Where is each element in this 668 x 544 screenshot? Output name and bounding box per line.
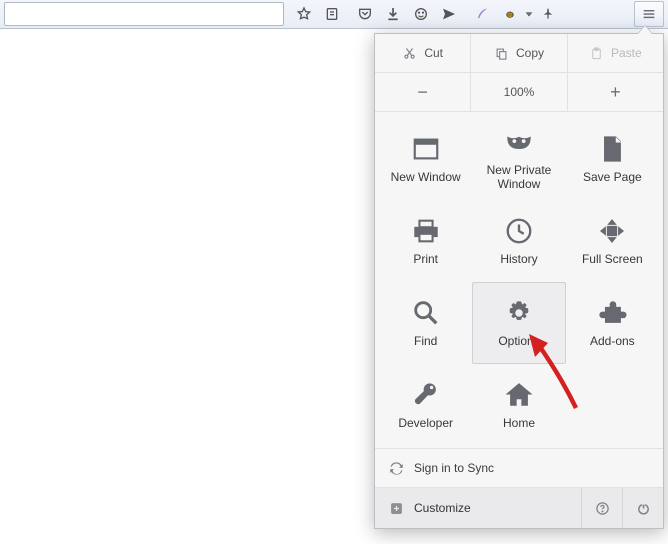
history-button[interactable]: History — [472, 200, 565, 282]
help-button[interactable] — [582, 488, 623, 528]
zoom-out-button[interactable]: − — [375, 73, 471, 111]
bee-icon[interactable] — [496, 1, 524, 27]
mask-icon — [503, 126, 535, 158]
plus-box-icon — [389, 501, 404, 516]
cut-button[interactable]: Cut — [375, 34, 471, 72]
gear-icon — [503, 297, 535, 329]
menu-grid: New Window New Private Window Save Page … — [375, 112, 663, 449]
copy-button[interactable]: Copy — [471, 34, 567, 72]
main-menu-panel: Cut Copy Paste − 100% + New Window New P… — [374, 33, 664, 529]
customize-button[interactable]: Customize — [375, 488, 582, 528]
full-screen-button[interactable]: Full Screen — [566, 200, 659, 282]
send-icon[interactable] — [435, 1, 463, 27]
addons-button[interactable]: Add-ons — [566, 282, 659, 364]
browser-toolbar — [0, 0, 668, 29]
url-input[interactable] — [4, 2, 284, 26]
search-icon — [410, 297, 442, 329]
zoom-value[interactable]: 100% — [471, 73, 567, 111]
downloads-icon[interactable] — [379, 1, 407, 27]
developer-button[interactable]: Developer — [379, 364, 472, 446]
wrench-icon — [410, 379, 442, 411]
clock-icon — [503, 215, 535, 247]
paste-label: Paste — [611, 46, 642, 60]
copy-label: Copy — [516, 46, 544, 60]
edit-row: Cut Copy Paste — [375, 34, 663, 73]
printer-icon — [410, 215, 442, 247]
home-button[interactable]: Home — [472, 364, 565, 446]
pin-icon[interactable] — [534, 1, 562, 27]
home-icon — [503, 379, 535, 411]
smiley-icon[interactable] — [407, 1, 435, 27]
fullscreen-icon — [596, 215, 628, 247]
quit-button[interactable] — [623, 488, 663, 528]
find-button[interactable]: Find — [379, 282, 472, 364]
help-icon — [595, 501, 610, 516]
feather-icon[interactable] — [468, 1, 496, 27]
hamburger-menu-button[interactable] — [634, 1, 664, 27]
panel-arrow-icon — [637, 25, 653, 34]
reading-list-icon[interactable] — [318, 1, 346, 27]
zoom-in-button[interactable]: + — [568, 73, 663, 111]
save-page-button[interactable]: Save Page — [566, 118, 659, 200]
footer-row: Customize — [375, 488, 663, 528]
pocket-icon[interactable] — [351, 1, 379, 27]
sync-icon — [389, 461, 404, 476]
sync-button[interactable]: Sign in to Sync — [375, 449, 663, 488]
dropdown-sep-icon[interactable] — [524, 1, 534, 27]
power-icon — [636, 501, 651, 516]
bookmark-star-icon[interactable] — [290, 1, 318, 27]
options-button[interactable]: Options — [472, 282, 565, 364]
window-icon — [410, 133, 442, 165]
puzzle-icon — [596, 297, 628, 329]
paste-button[interactable]: Paste — [568, 34, 663, 72]
zoom-row: − 100% + — [375, 73, 663, 112]
new-private-window-button[interactable]: New Private Window — [472, 118, 565, 200]
customize-label: Customize — [414, 501, 471, 515]
print-button[interactable]: Print — [379, 200, 472, 282]
sync-label: Sign in to Sync — [414, 461, 494, 475]
cut-label: Cut — [424, 46, 443, 60]
new-window-button[interactable]: New Window — [379, 118, 472, 200]
page-icon — [596, 133, 628, 165]
